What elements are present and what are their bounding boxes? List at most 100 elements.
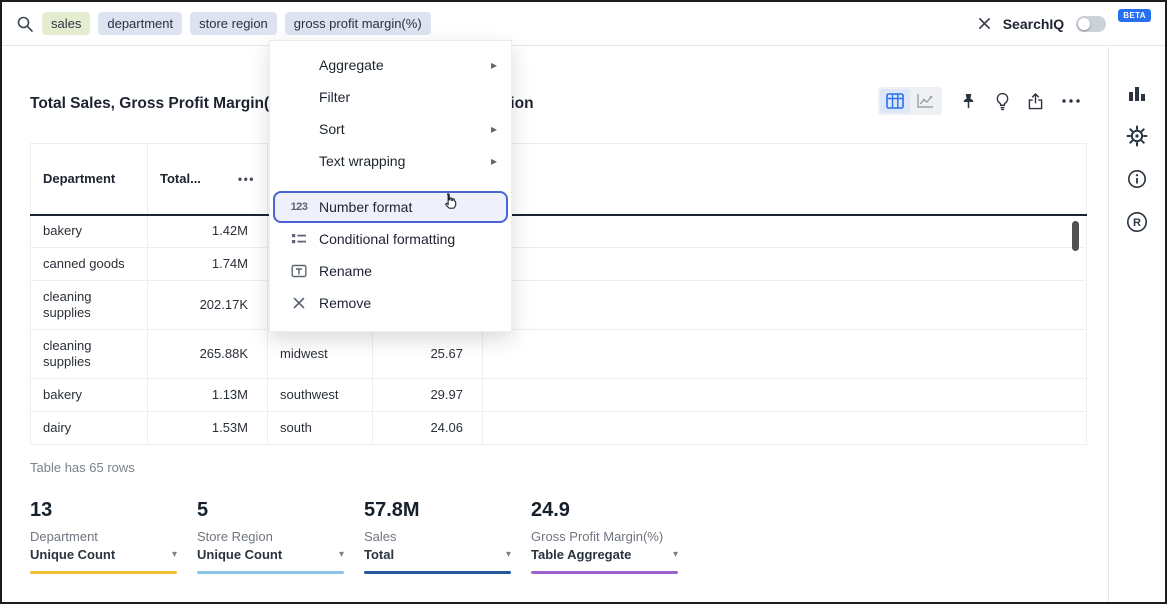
cell-store-region: southwest bbox=[268, 379, 373, 412]
submenu-arrow-icon: ▸ bbox=[491, 122, 497, 136]
view-switcher bbox=[878, 87, 942, 115]
info-icon[interactable] bbox=[1127, 169, 1147, 189]
conditional-formatting-icon bbox=[287, 231, 311, 247]
search-bar: sales department store region gross prof… bbox=[2, 2, 1165, 46]
card-value: 24.9 bbox=[531, 499, 678, 522]
beta-badge: BETA bbox=[1118, 9, 1151, 22]
cell-department: canned goods bbox=[31, 248, 148, 281]
cell-store-region: midwest bbox=[268, 330, 373, 379]
card-label: Store Region bbox=[197, 529, 344, 544]
share-icon[interactable] bbox=[1028, 93, 1043, 110]
card-aggregation: Unique Count bbox=[197, 547, 282, 562]
app-window: sales department store region gross prof… bbox=[0, 0, 1167, 604]
chevron-down-icon[interactable]: ▾ bbox=[172, 549, 177, 560]
cell-total: 1.74M bbox=[148, 248, 268, 281]
menu-item-label: Sort bbox=[319, 121, 345, 137]
pin-icon[interactable] bbox=[960, 92, 977, 111]
cell-department: dairy bbox=[31, 412, 148, 445]
table-view-icon[interactable] bbox=[880, 89, 910, 113]
cell-store-region: south bbox=[268, 412, 373, 445]
menu-item-text-wrapping[interactable]: Text wrapping ▸ bbox=[270, 145, 511, 177]
rename-icon bbox=[287, 263, 311, 279]
r-badge-icon[interactable]: R bbox=[1126, 211, 1148, 233]
menu-item-label: Rename bbox=[319, 263, 372, 279]
menu-item-aggregate[interactable]: Aggregate ▸ bbox=[270, 49, 511, 81]
menu-item-rename[interactable]: Rename bbox=[270, 255, 511, 287]
card-label: Gross Profit Margin(%) bbox=[531, 529, 678, 544]
column-menu-icon[interactable]: ••• bbox=[238, 172, 255, 186]
chart-view-icon[interactable] bbox=[910, 89, 940, 113]
column-header-total-label: Total... bbox=[160, 171, 201, 186]
menu-item-number-format[interactable]: 123 Number format bbox=[273, 191, 508, 223]
cell-filler bbox=[483, 330, 1087, 379]
card-value: 13 bbox=[30, 499, 177, 522]
table-row: cleaning supplies 202.17K bbox=[31, 281, 1087, 330]
column-header-filler bbox=[483, 144, 1087, 215]
card-accent-bar bbox=[531, 571, 678, 574]
search-token-department[interactable]: department bbox=[98, 12, 182, 35]
chevron-down-icon[interactable]: ▾ bbox=[339, 549, 344, 560]
svg-text:R: R bbox=[1133, 217, 1141, 229]
menu-separator bbox=[270, 177, 511, 191]
summary-card-store-region: 5 Store Region Unique Count ▾ bbox=[197, 499, 344, 574]
cell-filler bbox=[483, 412, 1087, 445]
cell-department: cleaning supplies bbox=[31, 281, 148, 330]
card-label: Sales bbox=[364, 529, 511, 544]
menu-item-remove[interactable]: Remove bbox=[270, 287, 511, 319]
search-token-sales[interactable]: sales bbox=[42, 12, 90, 35]
chevron-down-icon[interactable]: ▾ bbox=[506, 549, 511, 560]
card-value: 57.8M bbox=[364, 499, 511, 522]
cell-total: 1.42M bbox=[148, 215, 268, 248]
viz-toolbar bbox=[878, 87, 1081, 115]
more-options-icon[interactable] bbox=[1061, 98, 1081, 104]
123-icon: 123 bbox=[287, 201, 311, 213]
table-header-row: Department Total... ••• bbox=[31, 144, 1087, 215]
card-label: Department bbox=[30, 529, 177, 544]
summary-card-department: 13 Department Unique Count ▾ bbox=[30, 499, 177, 574]
cell-filler bbox=[483, 248, 1087, 281]
menu-item-sort[interactable]: Sort ▸ bbox=[270, 113, 511, 145]
card-aggregation: Table Aggregate bbox=[531, 547, 631, 562]
table-row: dairy 1.53M south 24.06 bbox=[31, 412, 1087, 445]
card-aggregation: Unique Count bbox=[30, 547, 115, 562]
column-header-department[interactable]: Department bbox=[31, 144, 148, 215]
menu-item-conditional-formatting[interactable]: Conditional formatting bbox=[270, 223, 511, 255]
summary-card-gross-profit-margin: 24.9 Gross Profit Margin(%) Table Aggreg… bbox=[531, 499, 678, 574]
submenu-arrow-icon: ▸ bbox=[491, 154, 497, 168]
card-accent-bar bbox=[197, 571, 344, 574]
remove-icon bbox=[287, 297, 311, 309]
right-rail: R bbox=[1108, 47, 1165, 602]
table-row: bakery 1.13M southwest 29.97 bbox=[31, 379, 1087, 412]
cell-gpm: 25.67 bbox=[373, 330, 483, 379]
submenu-arrow-icon: ▸ bbox=[491, 58, 497, 72]
clear-search-icon[interactable] bbox=[978, 17, 991, 30]
row-count-label: Table has 65 rows bbox=[30, 460, 135, 475]
card-accent-bar bbox=[364, 571, 511, 574]
cell-total: 1.53M bbox=[148, 412, 268, 445]
search-token-gross-profit-margin[interactable]: gross profit margin(%) bbox=[285, 12, 431, 35]
chart-config-icon[interactable] bbox=[1127, 83, 1147, 103]
settings-gear-icon[interactable] bbox=[1126, 125, 1148, 147]
search-token-store-region[interactable]: store region bbox=[190, 12, 277, 35]
column-header-total[interactable]: Total... ••• bbox=[148, 144, 268, 215]
cell-department: bakery bbox=[31, 379, 148, 412]
lightbulb-icon[interactable] bbox=[995, 92, 1010, 111]
cell-gpm: 24.06 bbox=[373, 412, 483, 445]
table-row: bakery 1.42M bbox=[31, 215, 1087, 248]
results-table: Department Total... ••• bakery 1.42M bbox=[30, 143, 1087, 445]
menu-item-label: Aggregate bbox=[319, 57, 384, 73]
chevron-down-icon[interactable]: ▾ bbox=[673, 549, 678, 560]
cell-total: 202.17K bbox=[148, 281, 268, 330]
menu-item-label: Remove bbox=[319, 295, 371, 311]
cell-department: cleaning supplies bbox=[31, 330, 148, 379]
search-icon[interactable] bbox=[16, 15, 34, 33]
table-vertical-scrollbar[interactable] bbox=[1072, 221, 1079, 251]
search-bar-right: SearchIQ BETA bbox=[978, 16, 1151, 32]
table-row: canned goods 1.74M bbox=[31, 248, 1087, 281]
menu-item-filter[interactable]: Filter bbox=[270, 81, 511, 113]
table-row: cleaning supplies 265.88K midwest 25.67 bbox=[31, 330, 1087, 379]
cell-total: 265.88K bbox=[148, 330, 268, 379]
menu-item-label: Filter bbox=[319, 89, 350, 105]
searchiq-toggle[interactable] bbox=[1076, 16, 1106, 32]
card-value: 5 bbox=[197, 499, 344, 522]
